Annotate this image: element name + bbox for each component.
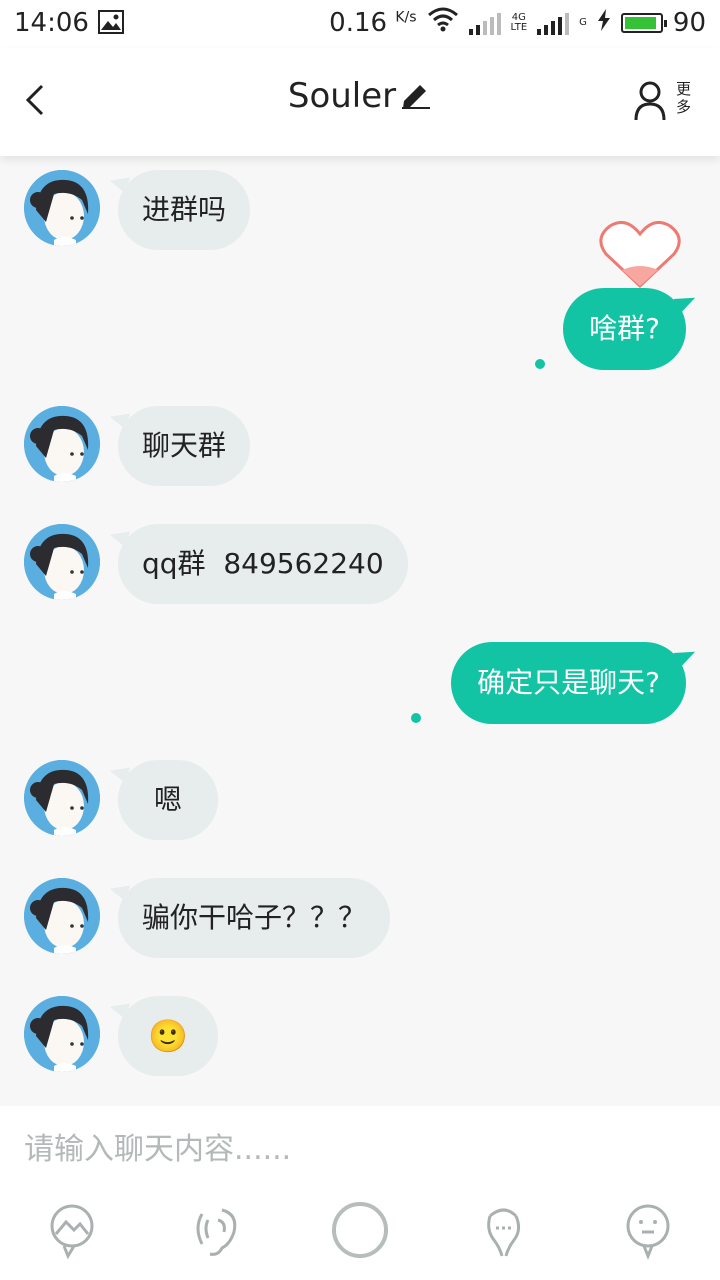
image-icon <box>50 1204 94 1260</box>
page-title[interactable]: Souler <box>0 76 720 118</box>
sender-avatar[interactable] <box>24 760 100 836</box>
network-speed: 0.16 K/s <box>329 7 417 38</box>
message-text: 嗯 <box>153 783 182 816</box>
edit-pencil-icon <box>398 78 432 118</box>
call-button[interactable] <box>476 1200 532 1260</box>
message-bubble-incoming[interactable]: 聊天群 <box>118 406 251 486</box>
gallery-notification-icon <box>98 10 124 41</box>
voice-button[interactable] <box>188 1200 244 1260</box>
status-time: 14:06 <box>14 8 89 38</box>
status-bar: 14:06 0.16 K/s 4G LTE G 90 <box>0 0 720 48</box>
message-text: qq群 849562240 <box>142 547 384 580</box>
chat-message-list[interactable]: 进群吗 啥群? 聊天群 qq群 849562240 确定只是聊天? 嗯 骗你干哈… <box>0 156 720 1106</box>
sender-avatar[interactable] <box>24 996 100 1072</box>
image-button[interactable] <box>44 1200 100 1260</box>
sender-avatar[interactable] <box>24 170 100 246</box>
heart-reaction-icon[interactable] <box>598 218 682 294</box>
chat-partner-name: Souler <box>287 76 397 116</box>
battery-level: 90 <box>672 7 706 38</box>
record-circle-icon <box>332 1202 388 1258</box>
sender-avatar[interactable] <box>24 524 100 600</box>
message-text: 确定只是聊天? <box>477 666 660 699</box>
header: Souler 更多 <box>0 48 720 156</box>
read-indicator-dot <box>411 713 421 723</box>
message-bubble-incoming[interactable]: 骗你干哈子？？？ <box>118 878 391 958</box>
message-bubble-incoming[interactable]: 嗯 <box>118 760 218 840</box>
status-right: 0.16 K/s 4G LTE G 90 <box>329 6 706 39</box>
message-text: 啥群? <box>589 312 660 345</box>
message-bubble-incoming[interactable]: qq群 849562240 <box>118 524 408 604</box>
sender-avatar[interactable] <box>24 878 100 954</box>
battery-icon <box>620 12 667 33</box>
signal-bars-icon <box>468 11 501 35</box>
charging-icon <box>597 8 611 38</box>
message-text: 聊天群 <box>142 429 227 462</box>
message-bubble-incoming[interactable]: 🙂 <box>118 996 218 1076</box>
emoji-icon <box>626 1204 670 1261</box>
message-input[interactable] <box>0 1106 720 1192</box>
network-type-4g: 4G LTE <box>510 11 528 33</box>
read-indicator-dot <box>535 359 545 369</box>
call-icon <box>487 1208 521 1257</box>
message-bubble-incoming[interactable]: 进群吗 <box>118 170 251 250</box>
person-icon <box>634 81 666 121</box>
message-text: 骗你干哈子？？？ <box>142 901 367 934</box>
wifi-icon <box>427 6 459 39</box>
voice-icon <box>196 1208 237 1256</box>
network-type-g: G <box>579 16 587 28</box>
more-label: 更多 <box>676 80 692 116</box>
signal-bars-icon-2 <box>537 11 570 35</box>
message-bubble-outgoing[interactable]: 确定只是聊天? <box>451 642 686 724</box>
record-button[interactable] <box>330 1200 390 1260</box>
emoji-message-text: 🙂 <box>148 1017 188 1055</box>
emoji-button[interactable] <box>620 1200 676 1261</box>
sender-avatar[interactable] <box>24 406 100 482</box>
more-button[interactable]: 更多 <box>634 78 694 126</box>
message-bubble-outgoing[interactable]: 啥群? <box>563 288 686 370</box>
message-text: 进群吗 <box>142 193 227 226</box>
